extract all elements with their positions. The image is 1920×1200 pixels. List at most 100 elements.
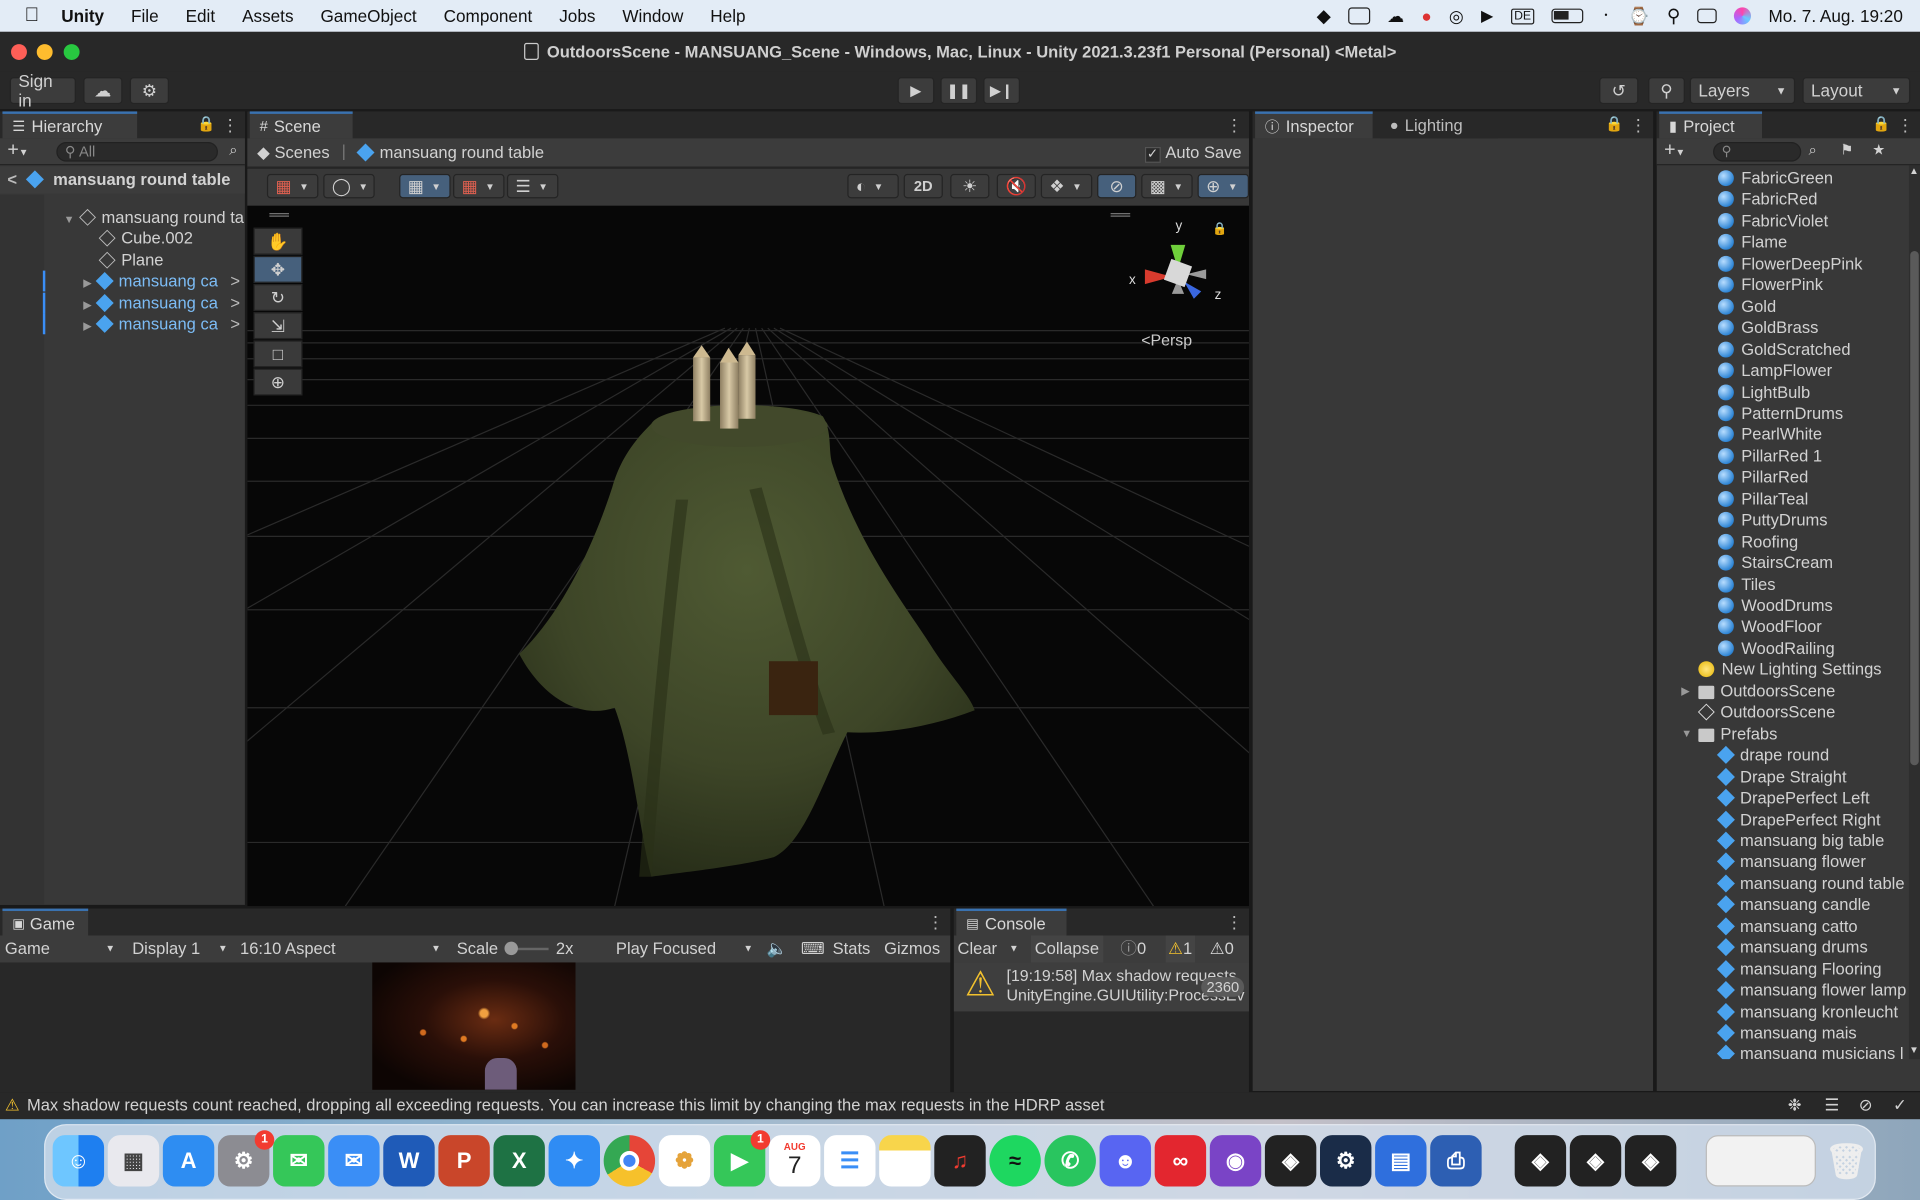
- keyboard-layout-icon[interactable]: DE: [1510, 7, 1535, 24]
- battery-icon[interactable]: [1551, 8, 1584, 24]
- project-item[interactable]: mansuang drums: [1716, 937, 1868, 958]
- powerpoint-icon[interactable]: P: [438, 1135, 490, 1187]
- project-item[interactable]: mansuang musicians l: [1716, 1044, 1904, 1060]
- project-item[interactable]: StairsCream: [1717, 552, 1833, 573]
- unity-icon[interactable]: ◈: [1624, 1135, 1677, 1187]
- project-item[interactable]: FabricRed: [1717, 189, 1817, 210]
- menu-help[interactable]: Help: [710, 6, 745, 26]
- global-local-dropdown[interactable]: ◯ ▼: [323, 173, 375, 199]
- open-prefab-chevron-icon[interactable]: >: [230, 313, 240, 334]
- wifi-icon[interactable]: ⌚: [1628, 6, 1649, 27]
- project-item[interactable]: FabricGreen: [1717, 168, 1833, 189]
- search-by-label-icon[interactable]: ⚑: [1840, 141, 1853, 158]
- rotate-tool-icon[interactable]: ↻: [253, 284, 303, 312]
- menu-component[interactable]: Component: [444, 6, 533, 26]
- launchpad-icon[interactable]: ▦: [107, 1135, 160, 1187]
- gizmos-button[interactable]: Gizmos: [884, 936, 940, 963]
- grid-snapping-button[interactable]: ▦ ▼: [399, 173, 451, 199]
- shading-mode-dropdown[interactable]: ◐ ▼: [847, 173, 899, 199]
- tab-console[interactable]: ▤ Console: [956, 908, 1067, 936]
- gizmo-handle[interactable]: [1110, 213, 1131, 217]
- lock-icon[interactable]: 🔒: [1872, 115, 1890, 132]
- layers-dropdown[interactable]: Layers ▼: [1689, 77, 1796, 105]
- play-status-icon[interactable]: ▶: [1481, 6, 1493, 26]
- project-item[interactable]: mansuang kronleucht: [1716, 1001, 1898, 1022]
- project-item[interactable]: LightBulb: [1717, 381, 1810, 402]
- app-store-icon[interactable]: A: [162, 1135, 215, 1187]
- clear-button[interactable]: Clear: [958, 936, 998, 963]
- word-icon[interactable]: W: [383, 1135, 435, 1187]
- pause-button[interactable]: ❚❚: [940, 77, 978, 105]
- tab-game[interactable]: ▣ Game: [2, 908, 89, 936]
- project-item[interactable]: New Lighting Settings: [1698, 659, 1882, 680]
- prefab-stage-header[interactable]: < mansuang round table: [0, 166, 245, 194]
- project-item[interactable]: PillarRed: [1717, 467, 1808, 488]
- 2d-toggle-button[interactable]: 2D: [903, 173, 943, 199]
- cloud-icon[interactable]: ☁: [83, 77, 123, 105]
- mute-audio-icon[interactable]: 🔈: [767, 936, 788, 963]
- scene-visibility-icon[interactable]: ⌕: [229, 141, 237, 159]
- tab-scene[interactable]: # Scene: [249, 111, 353, 139]
- project-item[interactable]: PillarRed 1: [1717, 446, 1822, 467]
- project-item[interactable]: DrapePerfect Right: [1716, 809, 1881, 830]
- project-item[interactable]: mansuang Flooring: [1716, 958, 1882, 979]
- warning-filter-button[interactable]: ⚠1: [1165, 935, 1195, 963]
- hierarchy-item[interactable]: Plane: [83, 250, 245, 271]
- spotlight-search-icon[interactable]: ⚲: [1667, 5, 1680, 27]
- project-item[interactable]: FlowerDeepPink: [1717, 253, 1863, 274]
- more-options-icon[interactable]: ⋮: [222, 115, 239, 136]
- audio-toggle-icon[interactable]: 🔇: [996, 173, 1036, 199]
- tab-lighting[interactable]: ● Lighting: [1380, 111, 1498, 139]
- project-item[interactable]: PearlWhite: [1717, 424, 1822, 445]
- scene-viewport[interactable]: ✋ ✥ ↻ ⇲ □ ⊕ y x z 🔒 <Persp: [247, 205, 1249, 907]
- game-view-dropdown[interactable]: Game ▼: [5, 936, 118, 963]
- breadcrumb-scenes[interactable]: ◆ Scenes: [257, 143, 329, 163]
- keyboard-shortcuts-icon[interactable]: ⌨: [801, 936, 825, 963]
- create-asset-button[interactable]: +▼: [1664, 140, 1685, 162]
- airdrop-icon[interactable]: ◎: [1449, 6, 1464, 27]
- menu-assets[interactable]: Assets: [242, 6, 293, 26]
- unity-status-icon[interactable]: ◆: [1317, 5, 1331, 27]
- lighting-toggle-icon[interactable]: ☀: [950, 173, 990, 199]
- project-item[interactable]: GoldBrass: [1717, 317, 1818, 338]
- tab-project[interactable]: ▮ Project: [1659, 111, 1763, 139]
- hand-tool-icon[interactable]: ✋: [253, 227, 303, 255]
- move-tool-icon[interactable]: ✥: [253, 255, 303, 283]
- expand-arrow-icon[interactable]: ▼: [1681, 723, 1692, 744]
- github-desktop-icon[interactable]: ◉: [1209, 1135, 1262, 1187]
- more-options-icon[interactable]: ⋮: [1226, 912, 1243, 933]
- project-item[interactable]: mansuang catto: [1716, 916, 1858, 937]
- project-item[interactable]: OutdoorsScene: [1697, 702, 1835, 723]
- clear-options-dropdown[interactable]: ▼: [1009, 936, 1019, 963]
- reminders-icon[interactable]: ☰: [824, 1135, 876, 1187]
- menubar-clock[interactable]: Mo. 7. Aug. 19:20: [1768, 6, 1902, 26]
- chrome-icon[interactable]: [603, 1135, 656, 1187]
- downloads-stack-icon[interactable]: [1705, 1135, 1816, 1187]
- project-item[interactable]: PatternDrums: [1717, 403, 1843, 424]
- project-item[interactable]: WoodRailing: [1717, 638, 1835, 659]
- apple-icon[interactable]: : [24, 5, 39, 27]
- lock-icon[interactable]: 🔒: [197, 115, 215, 132]
- persp-label[interactable]: <Persp: [1141, 331, 1192, 349]
- progress-circle-icon[interactable]: ✓: [1893, 1092, 1907, 1119]
- project-item[interactable]: mansuang flower: [1716, 851, 1866, 872]
- rect-tool-icon[interactable]: □: [253, 340, 303, 368]
- favorites-icon[interactable]: ★: [1872, 141, 1885, 158]
- back-arrow-icon[interactable]: <: [7, 170, 17, 188]
- expand-arrow-icon[interactable]: ▼: [64, 213, 75, 225]
- project-item[interactable]: mansuang big table: [1716, 830, 1884, 851]
- project-item[interactable]: Roofing: [1717, 531, 1798, 552]
- finder-icon[interactable]: ☺: [52, 1135, 105, 1187]
- search-icon[interactable]: ⚲: [1648, 77, 1685, 105]
- draw-mode-dropdown[interactable]: ▦ ▼: [266, 173, 319, 199]
- system-settings-icon[interactable]: ⚙ 1: [217, 1130, 275, 1187]
- messages-icon[interactable]: ✉: [273, 1135, 325, 1187]
- breadcrumb-prefab[interactable]: mansuang round table: [356, 143, 544, 162]
- project-item[interactable]: Tiles: [1717, 574, 1776, 595]
- menu-window[interactable]: Window: [622, 6, 683, 26]
- scale-tool-icon[interactable]: ⇲: [253, 312, 303, 340]
- scroll-up-icon[interactable]: ▲: [1909, 165, 1919, 176]
- game-view-render[interactable]: [372, 962, 576, 1090]
- app-menu-unity[interactable]: Unity: [61, 6, 104, 26]
- gizmo-lock-icon[interactable]: 🔒: [1212, 223, 1227, 236]
